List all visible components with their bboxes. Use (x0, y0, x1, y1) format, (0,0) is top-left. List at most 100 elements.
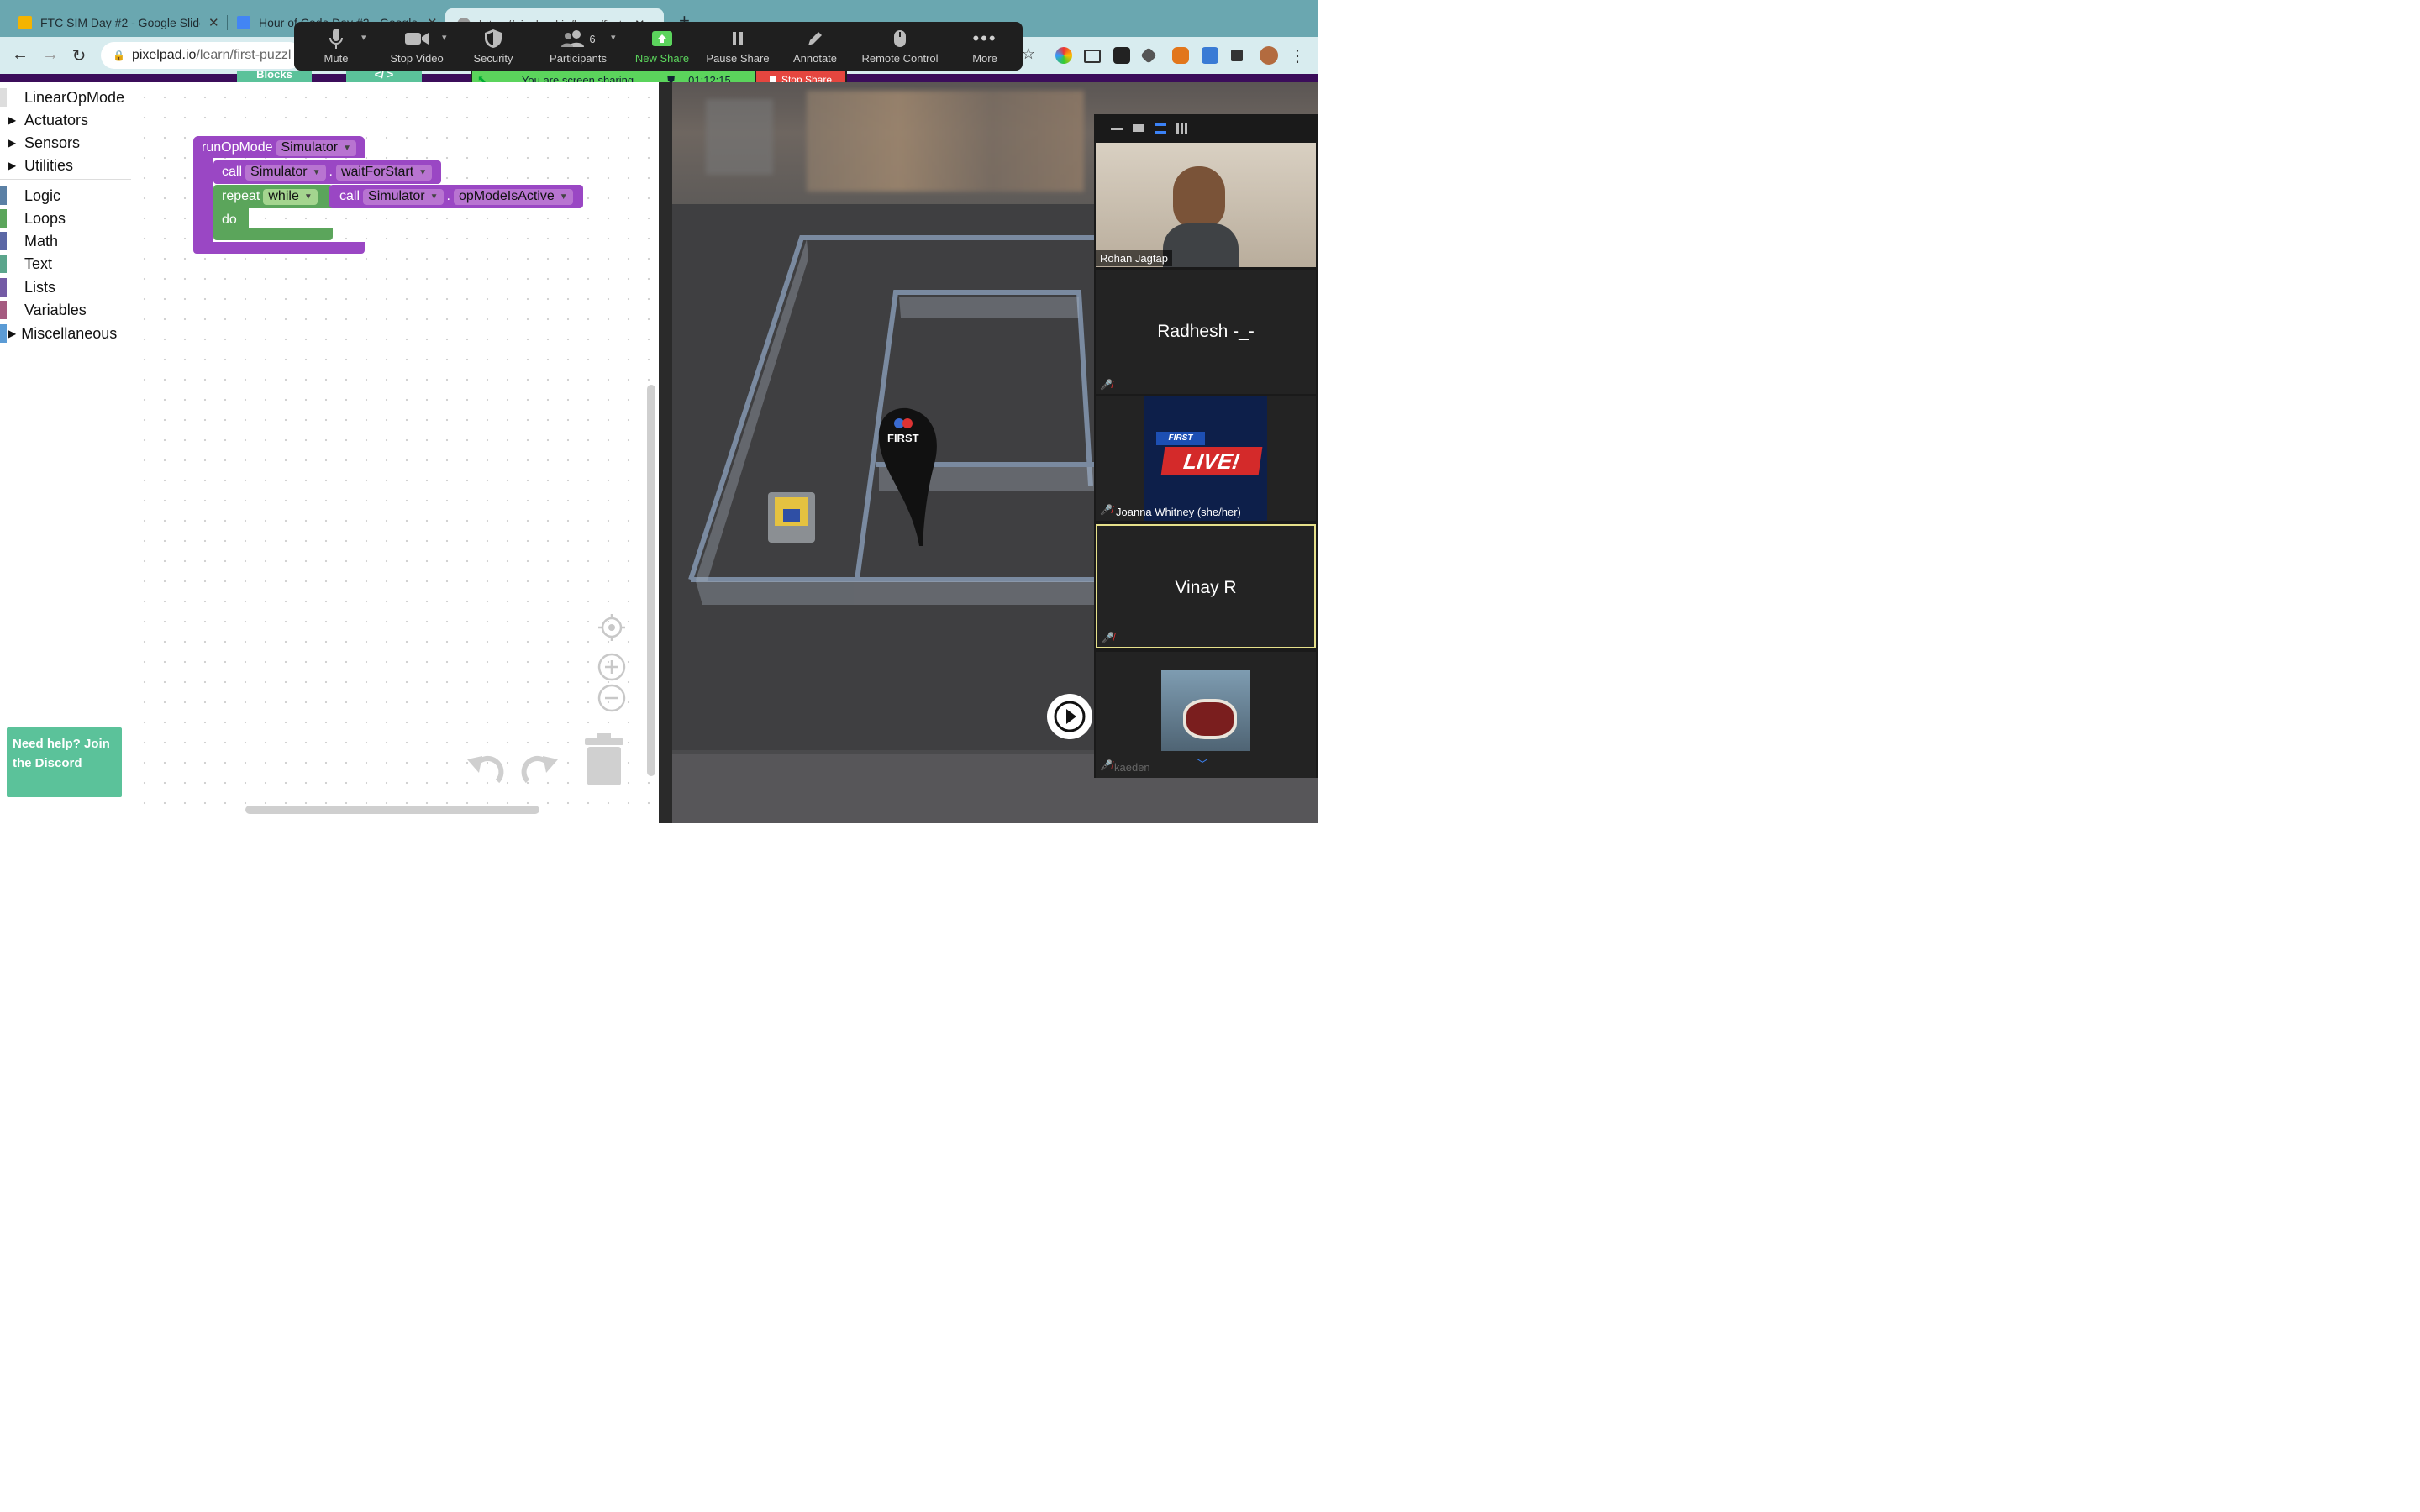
category-label: LinearOpMode (24, 88, 125, 106)
redo-icon[interactable] (518, 748, 560, 790)
rocket-icon[interactable] (1140, 47, 1157, 64)
reload-icon[interactable]: ↻ (69, 45, 89, 66)
repeat-content: repeat while ▼ (222, 187, 321, 206)
tab-code[interactable]: </ > (346, 69, 422, 82)
tab-blocks[interactable]: Blocks (237, 69, 312, 82)
mic-muted-icon: 🎤̸ (1100, 759, 1113, 771)
toolbox-item-math[interactable]: Math (0, 230, 58, 252)
recenter-icon[interactable] (598, 614, 625, 641)
dropdown-value: Simulator (368, 189, 425, 203)
workspace-vertical-scrollbar[interactable] (647, 385, 655, 776)
expand-arrow-icon: ▶ (8, 160, 17, 171)
toolbox-item-utilities[interactable]: ▶ Utilities (0, 155, 73, 176)
dropdown-arrow-icon: ▼ (559, 192, 568, 202)
participant-tile-kaeden[interactable]: 🎤̸ kaeden ﹀ (1096, 652, 1316, 778)
category-swatch (0, 232, 7, 250)
back-icon[interactable]: ← (10, 45, 30, 65)
toolbox-item-sensors[interactable]: ▶ Sensors (0, 132, 80, 154)
speaker-view-icon[interactable] (1133, 124, 1144, 132)
close-tab-icon[interactable]: ✕ (208, 15, 219, 30)
mute-options-chevron-icon[interactable]: ▾ (361, 32, 366, 43)
trash-icon[interactable] (583, 733, 625, 789)
more-button[interactable]: ••• More (961, 27, 1008, 65)
dropdown-arrow-icon: ▼ (429, 192, 439, 202)
block-keyword: runOpMode (202, 140, 273, 155)
minimize-icon[interactable] (1111, 128, 1123, 130)
undo-icon[interactable] (466, 748, 508, 790)
strip-view-icon[interactable] (1155, 123, 1166, 134)
toolbox-item-actuators[interactable]: ▶ Actuators (0, 109, 88, 131)
loop-mode-dropdown[interactable]: while ▼ (263, 188, 318, 205)
puzzle-icon[interactable] (1231, 50, 1243, 61)
category-label: Sensors (24, 134, 81, 151)
remote-control-button[interactable]: Remote Control (854, 27, 946, 65)
category-swatch (0, 255, 7, 273)
stop-video-label: Stop Video (390, 52, 444, 65)
toolbox-item-loops[interactable]: Loops (0, 207, 66, 229)
participant-tile-rohan[interactable]: Rohan Jagtap (1096, 143, 1316, 267)
new-share-button[interactable]: New Share (629, 27, 696, 65)
extension-color-icon[interactable] (1055, 47, 1072, 64)
mic-muted-icon: 🎤̸ (1100, 379, 1113, 391)
category-label: Math (24, 232, 59, 249)
cast-icon[interactable] (1084, 50, 1101, 63)
toolbox-item-miscellaneous[interactable]: ▶ Miscellaneous (0, 323, 117, 344)
security-button[interactable]: Security (466, 27, 521, 65)
toolbox-item-lists[interactable]: Lists (0, 276, 55, 298)
participant-tile-joanna[interactable]: FIRST LIVE! 🎤̸ Joanna Whitney (she/her) (1096, 396, 1316, 521)
method-dropdown[interactable]: opModeIsActive ▼ (453, 188, 573, 205)
grid-view-icon[interactable] (1176, 123, 1188, 134)
address-path: /learn/first-puzzl (196, 48, 292, 62)
opmodeisactive-content: call Simulator ▼ . opModeIsActive ▼ (339, 187, 576, 206)
more-dots-icon: ••• (972, 28, 997, 49)
simulator-dropdown[interactable]: Simulator ▼ (245, 164, 326, 181)
shield-icon (485, 29, 502, 48)
participant-tile-radhesh[interactable]: Radhesh -_- 🎤̸ (1096, 270, 1316, 394)
scroll-down-chevron-icon[interactable]: ﹀ (1197, 756, 1208, 773)
stop-video-button[interactable]: Stop Video (383, 27, 450, 65)
method-dropdown[interactable]: waitForStart ▼ (335, 164, 433, 181)
participant-name: kaeden (1114, 761, 1150, 774)
simulator-dropdown[interactable]: Simulator ▼ (363, 188, 444, 205)
dropdown-value: waitForStart (340, 165, 414, 179)
mute-button[interactable]: Mute (313, 27, 360, 65)
zoom-participant-gallery: Rohan Jagtap Radhesh -_- 🎤̸ FIRST LIVE! … (1094, 114, 1318, 778)
dropdown-value: while (268, 189, 299, 203)
simulator-dropdown[interactable]: Simulator ▼ (276, 139, 356, 156)
zoom-out-icon[interactable] (597, 683, 627, 713)
workspace-horizontal-scrollbar[interactable] (245, 806, 539, 814)
category-swatch (0, 278, 7, 297)
video-camera-icon (405, 33, 429, 45)
profile-avatar[interactable] (1260, 46, 1278, 65)
play-button-icon[interactable] (1045, 692, 1094, 741)
browser-tab-slides[interactable]: FTC SIM Day #2 - Google Slide ✕ (18, 7, 220, 39)
lock-icon: 🔒 (113, 50, 125, 61)
share-screen-icon (652, 31, 672, 46)
expand-arrow-icon: ▶ (8, 114, 17, 126)
expand-arrow-icon: ▶ (8, 137, 17, 149)
toolbox-item-linearopmode[interactable]: LinearOpMode (0, 87, 124, 108)
zoom-in-icon[interactable] (597, 652, 627, 682)
toolbox-item-text[interactable]: Text (0, 253, 52, 275)
kebab-menu-icon[interactable]: ⋮ (1287, 45, 1307, 66)
participants-options-chevron-icon[interactable]: ▾ (611, 32, 616, 43)
participants-button[interactable]: 6 Participants (543, 27, 613, 65)
metamask-icon[interactable] (1172, 47, 1189, 64)
discord-help-button[interactable]: Need help? Join the Discord (7, 727, 122, 797)
toolbox-item-variables[interactable]: Variables (0, 299, 87, 321)
address-bar[interactable]: 🔒 pixelpad.io/learn/first-puzzl (101, 42, 302, 69)
microphone-icon (329, 29, 343, 49)
category-label: Actuators (24, 111, 89, 129)
pause-share-button[interactable]: Pause Share (702, 27, 773, 65)
participant-tile-vinay[interactable]: Vinay R 🎤̸ (1096, 524, 1316, 648)
annotate-button[interactable]: Annotate (785, 27, 845, 65)
extension-tab-icon[interactable] (1113, 47, 1130, 64)
google-docs-icon (237, 16, 250, 29)
extension-sparkle-icon[interactable] (1202, 47, 1218, 64)
forward-icon[interactable]: → (40, 45, 60, 65)
video-options-chevron-icon[interactable]: ▾ (442, 32, 447, 43)
remote-control-label: Remote Control (861, 52, 939, 65)
toolbox-item-logic[interactable]: Logic (0, 185, 60, 207)
block-keyword: repeat (222, 189, 260, 203)
toolbox-divider (0, 179, 131, 180)
